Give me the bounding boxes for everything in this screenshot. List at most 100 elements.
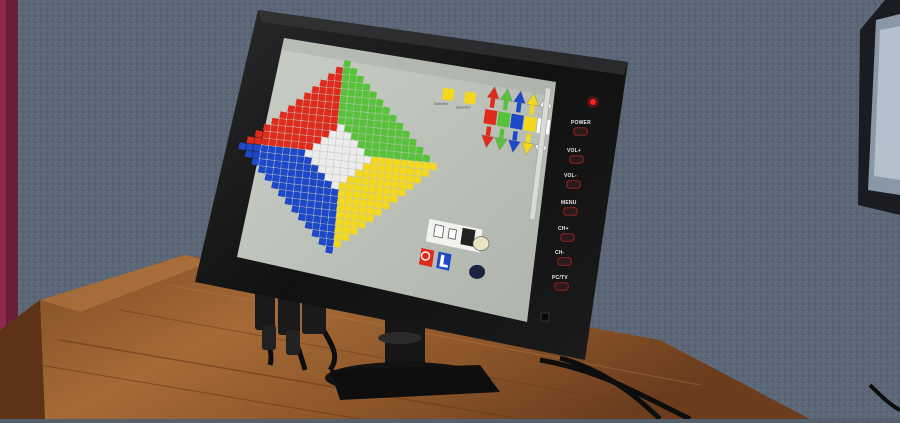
wheel-tile-white[interactable] xyxy=(327,144,336,153)
wheel-tile-green[interactable] xyxy=(381,113,390,122)
arrow-color-square-1[interactable] xyxy=(496,111,511,128)
wheel-tile-white[interactable] xyxy=(334,152,342,161)
wheel-tile-white[interactable] xyxy=(333,159,342,168)
wheel-tile-yellow[interactable] xyxy=(422,161,430,170)
wheel-tile-blue[interactable] xyxy=(309,171,318,180)
wheel-tile-red[interactable] xyxy=(319,79,328,88)
wheel-tile-white[interactable] xyxy=(343,132,352,140)
wheel-tile-yellow[interactable] xyxy=(369,171,378,179)
wheel-tile-red[interactable] xyxy=(311,86,320,94)
wheel-tile-green[interactable] xyxy=(364,141,373,150)
bottom-switch[interactable] xyxy=(540,312,550,322)
wheel-tile-green[interactable] xyxy=(375,98,384,107)
wheel-tile-white[interactable] xyxy=(339,174,348,183)
wheel-tile-red[interactable] xyxy=(324,101,333,110)
wheel-tile-blue[interactable] xyxy=(310,164,319,173)
wheel-tile-blue[interactable] xyxy=(278,182,287,191)
wheel-tile-yellow[interactable] xyxy=(344,204,353,213)
wheel-tile-yellow[interactable] xyxy=(397,188,406,197)
wheel-tile-blue[interactable] xyxy=(297,148,306,157)
wheel-tile-green[interactable] xyxy=(360,111,368,120)
wheel-tile-green[interactable] xyxy=(374,113,383,122)
selected-swatch-1[interactable] xyxy=(463,91,477,105)
wheel-tile-red[interactable] xyxy=(301,113,310,122)
wheel-tile-red[interactable] xyxy=(300,120,309,129)
wheel-tile-yellow[interactable] xyxy=(378,157,386,166)
wheel-tile-blue[interactable] xyxy=(288,162,297,170)
wheel-tile-blue[interactable] xyxy=(280,161,289,170)
wheel-tile-red[interactable] xyxy=(315,114,324,123)
wheel-tile-red[interactable] xyxy=(316,107,325,116)
wheel-tile-yellow[interactable] xyxy=(366,207,375,216)
wheel-tile-yellow[interactable] xyxy=(360,184,369,193)
wheel-tile-yellow[interactable] xyxy=(406,167,415,176)
wheel-tile-white[interactable] xyxy=(304,149,313,158)
wheel-tile-yellow[interactable] xyxy=(357,220,366,229)
circle-dark-icon[interactable] xyxy=(469,264,486,279)
wheel-tile-green[interactable] xyxy=(387,136,395,145)
wheel-tile-white[interactable] xyxy=(320,144,328,152)
wheel-tile-red[interactable] xyxy=(262,130,271,139)
wheel-tile-green[interactable] xyxy=(359,119,368,127)
wheel-tile-yellow[interactable] xyxy=(354,169,363,178)
wheel-tile-white[interactable] xyxy=(312,143,321,152)
wheel-tile-blue[interactable] xyxy=(264,173,273,182)
wheel-tile-white[interactable] xyxy=(340,167,348,176)
wheel-tile-red[interactable] xyxy=(270,124,279,133)
wheel-tile-white[interactable] xyxy=(311,157,320,166)
wheel-tile-yellow[interactable] xyxy=(429,162,438,171)
wheel-tile-yellow[interactable] xyxy=(376,171,385,180)
wheel-tile-blue[interactable] xyxy=(282,147,291,155)
wheel-tile-white[interactable] xyxy=(320,136,329,145)
wheel-tile-white[interactable] xyxy=(336,131,345,140)
wheel-tile-yellow[interactable] xyxy=(414,161,423,169)
wheel-tile-white[interactable] xyxy=(356,147,365,156)
wheel-tile-blue[interactable] xyxy=(329,195,338,204)
wheel-tile-blue[interactable] xyxy=(323,180,332,189)
wheel-tile-green[interactable] xyxy=(340,88,349,97)
wheel-tile-red[interactable] xyxy=(331,109,339,117)
wheel-tile-green[interactable] xyxy=(360,104,369,113)
wheel-tile-red[interactable] xyxy=(283,140,292,148)
wheel-tile-green[interactable] xyxy=(380,128,389,137)
wheel-tile-yellow[interactable] xyxy=(349,227,358,236)
wheel-tile-blue[interactable] xyxy=(315,193,324,202)
wheel-tile-red[interactable] xyxy=(253,137,262,145)
wheel-tile-yellow[interactable] xyxy=(336,203,345,212)
wheel-tile-blue[interactable] xyxy=(302,170,311,179)
wheel-tile-blue[interactable] xyxy=(317,172,326,181)
wheel-tile-blue[interactable] xyxy=(328,209,337,218)
wheel-tile-yellow[interactable] xyxy=(351,205,360,214)
wheel-tile-blue[interactable] xyxy=(321,209,330,217)
wheel-tile-green[interactable] xyxy=(382,106,391,115)
wheel-tile-yellow[interactable] xyxy=(362,170,371,179)
arrow-color-square-0[interactable] xyxy=(483,109,498,126)
wheel-tile-blue[interactable] xyxy=(286,176,295,184)
wheel-tile-green[interactable] xyxy=(401,137,410,146)
wheel-tile-yellow[interactable] xyxy=(400,159,408,168)
wheel-tile-blue[interactable] xyxy=(301,177,310,186)
wheel-tile-white[interactable] xyxy=(318,158,327,167)
wheel-tile-white[interactable] xyxy=(326,151,335,160)
wheel-tile-white[interactable] xyxy=(328,130,337,139)
wheel-tile-red[interactable] xyxy=(254,130,263,138)
wheel-tile-white[interactable] xyxy=(348,161,356,170)
wheel-tile-green[interactable] xyxy=(367,105,376,114)
wheel-tile-white[interactable] xyxy=(325,166,334,175)
wheel-tile-red[interactable] xyxy=(322,122,331,131)
wheel-tile-blue[interactable] xyxy=(322,194,331,203)
wheel-tile-green[interactable] xyxy=(352,118,360,127)
wheel-tile-red[interactable] xyxy=(277,125,286,134)
arrow-color-square-2[interactable] xyxy=(509,113,524,130)
wheel-tile-blue[interactable] xyxy=(258,158,267,167)
wheel-tile-green[interactable] xyxy=(348,82,357,90)
wheel-tile-green[interactable] xyxy=(362,83,371,91)
wheel-tile-red[interactable] xyxy=(329,123,338,132)
wheel-tile-red[interactable] xyxy=(309,107,318,115)
wheel-tile-green[interactable] xyxy=(368,98,377,106)
wheel-tile-red[interactable] xyxy=(262,123,271,132)
wheel-tile-blue[interactable] xyxy=(289,155,298,163)
wheel-tile-green[interactable] xyxy=(355,82,364,91)
wheel-tile-yellow[interactable] xyxy=(381,201,390,210)
wheel-tile-red[interactable] xyxy=(323,108,332,117)
